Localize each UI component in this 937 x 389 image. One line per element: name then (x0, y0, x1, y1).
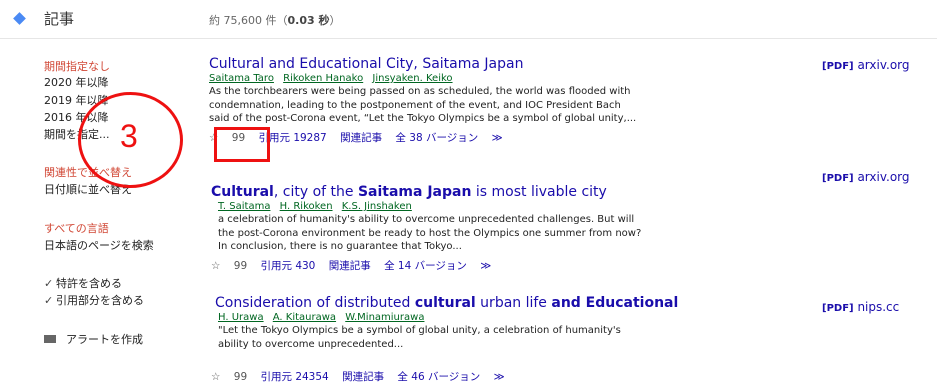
versions-link[interactable]: 全 38 バージョン (395, 132, 478, 144)
author-link[interactable]: K.S. Jinshaken (342, 201, 412, 212)
include-patents-checkbox[interactable]: ✓ 特許を含める (44, 275, 122, 291)
pdf-link[interactable]: [PDF] nips.cc (822, 300, 899, 314)
annotation-highlight-box (214, 127, 270, 162)
annotation-number: 3 (120, 118, 138, 154)
related-articles-link[interactable]: 関連記事 (342, 371, 384, 383)
result-actions: ☆ 99 引用元 24354 関連記事 全 46 バージョン ≫ (211, 369, 695, 384)
result-snippet: "Let the Tokyo Olympics be a symbol of g… (218, 325, 621, 350)
language-japanese[interactable]: 日本語のページを検索 (44, 237, 154, 253)
author-link[interactable]: Rikoken Hanako (283, 73, 363, 84)
author-link[interactable]: T. Saitama (218, 201, 270, 212)
author-link[interactable]: A. Kitaurawa (273, 312, 336, 323)
date-filter-any[interactable]: 期間指定なし (44, 58, 110, 74)
search-result: Consideration of distributed cultural ur… (211, 295, 695, 384)
author-link[interactable]: W.Minamiurawa (345, 312, 424, 323)
more-icon[interactable]: ≫ (492, 132, 503, 144)
author-link[interactable]: H. Urawa (218, 312, 264, 323)
more-icon[interactable]: ≫ (494, 371, 505, 383)
section-title: 記事 (44, 10, 75, 28)
date-filter-2020[interactable]: 2020 年以降 (44, 74, 109, 90)
versions-link[interactable]: 全 46 バージョン (397, 371, 480, 383)
result-title-link[interactable]: Consideration of distributed cultural ur… (215, 295, 695, 311)
author-link[interactable]: H. Rikoken (280, 201, 333, 212)
result-actions: ☆ 99 引用元 430 関連記事 全 14 バージョン ≫ (211, 258, 691, 273)
result-authors: Saitama Taro Rikoken Hanako Jinsyaken. K… (209, 73, 689, 84)
include-citations-checkbox[interactable]: ✓ 引用部分を含める (44, 292, 144, 308)
author-link[interactable]: Jinsyaken. Keiko (372, 73, 452, 84)
check-icon: ✓ (44, 294, 54, 307)
cited-by-link[interactable]: 引用元 24354 (260, 371, 328, 383)
author-link[interactable]: Saitama Taro (209, 73, 274, 84)
diamond-icon (13, 12, 26, 25)
quote-icon[interactable]: 99 (234, 260, 247, 272)
related-articles-link[interactable]: 関連記事 (329, 260, 371, 272)
pdf-link[interactable]: [PDF] arxiv.org (822, 58, 910, 72)
result-title-link[interactable]: Cultural and Educational City, Saitama J… (209, 56, 689, 72)
result-snippet: As the torchbearers were being passed on… (209, 86, 637, 124)
create-alert-button[interactable]: アラートを作成 (44, 331, 143, 347)
language-all[interactable]: すべての言語 (44, 220, 109, 236)
result-snippet: a celebration of humanity's ability to o… (218, 214, 642, 252)
more-icon[interactable]: ≫ (480, 260, 491, 272)
pdf-link[interactable]: [PDF] arxiv.org (822, 170, 910, 184)
result-title-link[interactable]: Cultural, city of the Saitama Japan is m… (211, 184, 691, 200)
result-count: 約 75,600 件（0.03 秒） (209, 14, 341, 27)
result-authors: H. Urawa A. Kitaurawa W.Minamiurawa (218, 312, 695, 323)
versions-link[interactable]: 全 14 バージョン (384, 260, 467, 272)
search-result: Cultural and Educational City, Saitama J… (209, 56, 689, 145)
top-bar: 記事 約 75,600 件（0.03 秒） (0, 0, 937, 39)
related-articles-link[interactable]: 関連記事 (340, 132, 382, 144)
search-result: Cultural, city of the Saitama Japan is m… (211, 184, 691, 273)
quote-icon[interactable]: 99 (234, 371, 247, 383)
star-icon[interactable]: ☆ (211, 371, 220, 383)
check-icon: ✓ (44, 277, 54, 290)
mail-icon (44, 335, 56, 343)
star-icon[interactable]: ☆ (211, 260, 220, 272)
result-authors: T. Saitama H. Rikoken K.S. Jinshaken (218, 201, 691, 212)
result-actions: ☆ 99 引用元 19287 関連記事 全 38 バージョン ≫ (209, 130, 689, 145)
cited-by-link[interactable]: 引用元 430 (260, 260, 315, 272)
